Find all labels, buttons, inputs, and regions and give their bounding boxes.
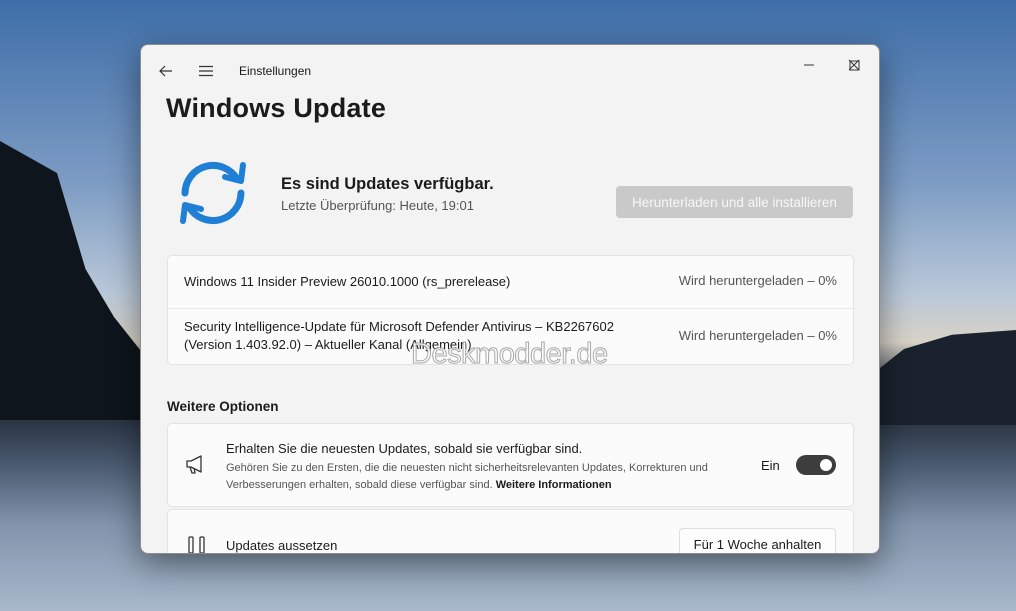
update-status: Wird heruntergeladen – 0% <box>678 273 837 288</box>
update-name: Windows 11 Insider Preview 26010.1000 (r… <box>184 274 511 289</box>
pause-one-week-button[interactable]: Für 1 Woche anhalten <box>679 528 836 553</box>
latest-updates-toggle[interactable] <box>796 455 836 475</box>
megaphone-icon <box>186 455 202 474</box>
sync-arrows-icon <box>180 161 246 225</box>
option-title: Erhalten Sie die neuesten Updates, sobal… <box>226 441 583 456</box>
pause-icon <box>188 536 205 553</box>
app-title: Einstellungen <box>239 64 312 78</box>
download-install-all-button[interactable]: Herunterladen und alle installieren <box>616 186 853 218</box>
navigation-menu-button[interactable] <box>193 59 219 83</box>
settings-window: Einstellungen Windows Update Es sind Upd… <box>140 44 880 554</box>
close-icon <box>848 59 860 71</box>
option-description: Gehören Sie zu den Ersten, die die neues… <box>226 460 746 494</box>
minimize-button[interactable] <box>787 51 831 79</box>
pause-updates-option: Updates aussetzen Für 1 Woche anhalten <box>167 509 854 553</box>
more-info-link[interactable]: Weitere Informationen <box>496 479 612 491</box>
update-status: Wird heruntergeladen – 0% <box>678 328 837 343</box>
latest-updates-option: Erhalten Sie die neuesten Updates, sobal… <box>167 423 854 507</box>
option-description-text: Gehören Sie zu den Ersten, die die neues… <box>226 462 708 491</box>
back-button[interactable] <box>153 59 179 83</box>
toggle-knob <box>820 459 832 471</box>
background-mountain-right <box>856 330 1016 425</box>
arrow-left-icon <box>159 65 172 77</box>
update-name-line-1: Security Intelligence-Update für Microso… <box>184 319 614 334</box>
hamburger-icon <box>199 65 213 77</box>
minimize-icon <box>804 64 814 66</box>
pause-title: Updates aussetzen <box>226 538 338 553</box>
title-bar: Einstellungen <box>141 45 879 93</box>
update-item: Windows 11 Insider Preview 26010.1000 (r… <box>168 256 853 309</box>
page-title: Windows Update <box>166 93 387 123</box>
status-title: Es sind Updates verfügbar. <box>281 175 494 193</box>
section-heading: Weitere Optionen <box>167 399 279 414</box>
last-check-text: Letzte Überprüfung: Heute, 19:01 <box>281 198 474 213</box>
toggle-state-label: Ein <box>761 458 780 473</box>
watermark: Deskmodder.de <box>411 338 609 371</box>
close-button[interactable] <box>832 51 876 79</box>
